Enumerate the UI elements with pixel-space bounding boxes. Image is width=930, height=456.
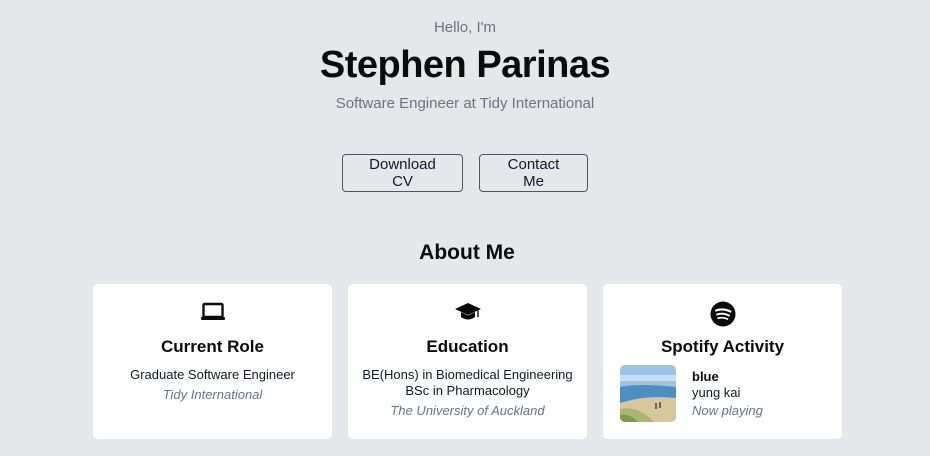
contact-me-button[interactable]: Contact Me bbox=[479, 154, 588, 192]
track-title[interactable]: blue bbox=[692, 369, 763, 384]
role-company: Tidy International bbox=[162, 387, 263, 402]
role-position: Graduate Software Engineer bbox=[130, 367, 295, 382]
education-school: The University of Auckland bbox=[390, 403, 545, 418]
education-card: Education BE(Hons) in Biomedical Enginee… bbox=[348, 284, 587, 439]
greeting-text: Hello, I'm bbox=[433, 19, 497, 36]
album-art[interactable] bbox=[620, 365, 676, 422]
spotify-card: Spotify Activity blue yung kai Now playi… bbox=[603, 284, 842, 439]
portfolio-page: Hello, I'm Stephen Parinas Software Engi… bbox=[0, 0, 930, 456]
subtitle-text: Software Engineer at Tidy International bbox=[335, 95, 595, 112]
spotify-icon bbox=[710, 301, 735, 327]
playback-status: Now playing bbox=[692, 403, 763, 418]
graduation-cap-icon bbox=[454, 303, 481, 320]
education-title: Education bbox=[426, 337, 509, 356]
education-degree-2: BSc in Pharmacology bbox=[405, 383, 530, 398]
download-cv-button[interactable]: Download CV bbox=[342, 154, 463, 192]
current-role-title: Current Role bbox=[161, 337, 264, 356]
action-buttons: Download CV Contact Me bbox=[0, 154, 930, 192]
about-section-title: About Me bbox=[419, 241, 515, 264]
page-title: Stephen Parinas bbox=[319, 44, 611, 86]
laptop-icon bbox=[200, 302, 225, 320]
education-degree-1: BE(Hons) in Biomedical Engineering bbox=[362, 367, 573, 382]
track-artist[interactable]: yung kai bbox=[692, 385, 763, 400]
current-role-card: Current Role Graduate Software Engineer … bbox=[93, 284, 332, 439]
spotify-title: Spotify Activity bbox=[660, 337, 785, 356]
